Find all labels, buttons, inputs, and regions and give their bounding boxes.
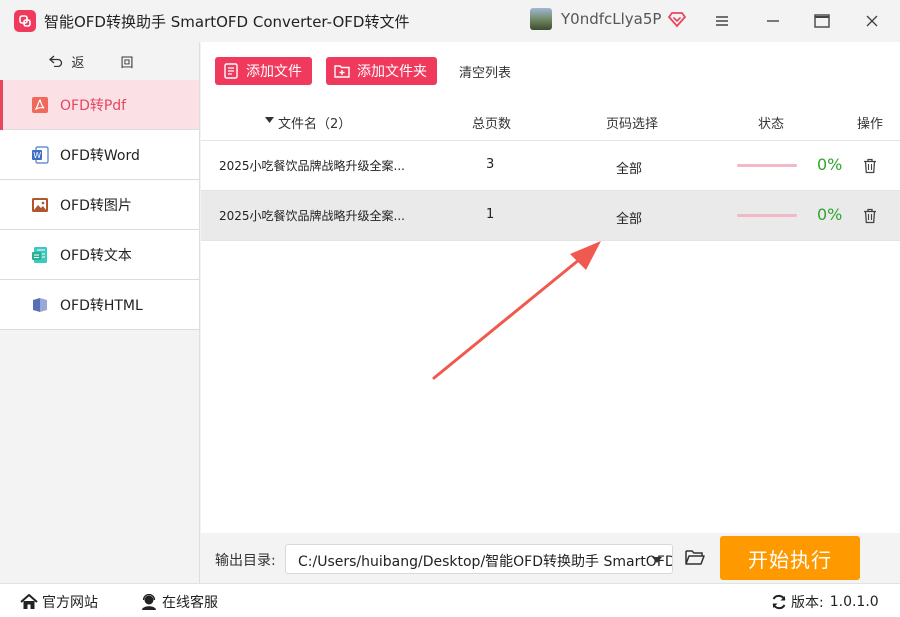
output-directory-select[interactable]: C:/Users/huibang/Desktop/智能OFD转换助手 Smart… bbox=[285, 544, 673, 574]
file-name: 2025小吃餐饮品牌战略升级全案... bbox=[219, 209, 405, 223]
add-file-button[interactable]: 添加文件 bbox=[215, 57, 312, 85]
output-directory-path: C:/Users/huibang/Desktop/智能OFD转换助手 Smart… bbox=[298, 554, 673, 570]
app-title: 智能OFD转换助手 SmartOFD Converter-OFD转文件 bbox=[44, 12, 410, 31]
app-window: 智能OFD转换助手 SmartOFD Converter-OFD转文件 Y0nd… bbox=[0, 0, 900, 617]
clear-list-button[interactable]: 清空列表 bbox=[459, 62, 511, 81]
add-folder-label: 添加文件夹 bbox=[357, 64, 427, 80]
column-header-pages: 总页数 bbox=[472, 117, 512, 132]
delete-icon[interactable] bbox=[863, 208, 877, 224]
sidebar-item-label: OFD转Pdf bbox=[60, 97, 127, 114]
svg-text:W: W bbox=[33, 151, 41, 160]
refresh-icon bbox=[772, 594, 786, 610]
version-label: 版本: bbox=[791, 595, 824, 611]
minimize-icon[interactable] bbox=[760, 8, 786, 34]
back-button[interactable]: 返 回 bbox=[0, 42, 199, 80]
progress-percent: 0% bbox=[817, 205, 843, 224]
official-website-label: 官方网站 bbox=[42, 595, 98, 611]
version-info[interactable]: 版本: 1.0.1.0 bbox=[771, 592, 879, 612]
avatar[interactable] bbox=[530, 8, 552, 30]
page-range-select[interactable]: 全部 bbox=[616, 208, 642, 227]
sort-down-icon[interactable] bbox=[265, 113, 274, 128]
sidebar-item-label: OFD转文本 bbox=[60, 247, 132, 264]
table-row[interactable]: 2025小吃餐饮品牌战略升级全案... 1 全部 0% bbox=[201, 191, 900, 241]
progress-bar bbox=[737, 164, 797, 167]
online-support-label: 在线客服 bbox=[162, 595, 218, 611]
add-file-icon bbox=[224, 63, 238, 79]
add-folder-icon bbox=[334, 65, 350, 78]
pdf-icon bbox=[30, 95, 50, 115]
close-icon[interactable] bbox=[859, 8, 885, 34]
sidebar-item-label: OFD转HTML bbox=[60, 297, 143, 314]
output-bar: 输出目录: C:/Users/huibang/Desktop/智能OFD转换助手… bbox=[201, 533, 900, 583]
online-support-link[interactable]: 在线客服 bbox=[140, 592, 218, 612]
column-header-action: 操作 bbox=[857, 117, 884, 132]
back-arrow-icon bbox=[49, 55, 63, 67]
file-name: 2025小吃餐饮品牌战略升级全案... bbox=[219, 159, 405, 173]
open-folder-icon[interactable] bbox=[685, 548, 705, 566]
delete-icon[interactable] bbox=[863, 158, 877, 174]
sidebar-item-ofd-to-html[interactable]: OFD转HTML bbox=[0, 280, 199, 330]
menu-icon[interactable] bbox=[709, 8, 735, 34]
app-logo-icon bbox=[14, 10, 36, 32]
column-header-name[interactable]: 文件名（2） bbox=[278, 113, 351, 132]
support-icon bbox=[142, 594, 156, 610]
image-icon bbox=[30, 195, 50, 215]
sidebar-item-ofd-to-word[interactable]: W OFD转Word bbox=[0, 130, 199, 180]
page-count: 3 bbox=[486, 157, 495, 172]
sidebar-item-ofd-to-pdf[interactable]: OFD转Pdf bbox=[0, 80, 199, 130]
word-icon: W bbox=[30, 145, 50, 165]
vip-diamond-icon[interactable] bbox=[668, 10, 687, 28]
page-range-select[interactable]: 全部 bbox=[616, 158, 642, 177]
progress-bar bbox=[737, 214, 797, 217]
output-directory-label: 输出目录: bbox=[215, 553, 276, 569]
maximize-icon[interactable] bbox=[809, 8, 835, 34]
sidebar: 返 回 OFD转Pdf W OFD转Word OFD转图片 OFD转文本 OFD… bbox=[0, 42, 200, 583]
page-count: 1 bbox=[486, 207, 495, 222]
table-row[interactable]: 2025小吃餐饮品牌战略升级全案... 3 全部 0% bbox=[201, 141, 900, 191]
back-label: 返 回 bbox=[71, 55, 150, 71]
version-number: 1.0.1.0 bbox=[829, 594, 879, 610]
username[interactable]: Y0ndfcLlya5P bbox=[561, 10, 661, 28]
column-header-range: 页码选择 bbox=[606, 117, 659, 132]
chevron-down-icon bbox=[652, 557, 662, 563]
toolbar: 添加文件 添加文件夹 清空列表 bbox=[201, 42, 900, 100]
progress-percent: 0% bbox=[817, 155, 843, 174]
start-button[interactable]: 开始执行 bbox=[720, 536, 860, 580]
sidebar-item-ofd-to-text[interactable]: OFD转文本 bbox=[0, 230, 199, 280]
sidebar-item-label: OFD转图片 bbox=[60, 197, 132, 214]
table-header: 文件名（2） 总页数 页码选择 状态 操作 bbox=[201, 100, 900, 141]
user-area[interactable]: Y0ndfcLlya5P bbox=[530, 8, 687, 30]
html-icon bbox=[30, 295, 50, 315]
title-bar: 智能OFD转换助手 SmartOFD Converter-OFD转文件 Y0nd… bbox=[0, 0, 900, 42]
home-icon bbox=[20, 594, 38, 609]
add-folder-button[interactable]: 添加文件夹 bbox=[326, 57, 437, 85]
add-file-label: 添加文件 bbox=[246, 64, 302, 80]
main-panel: 添加文件 添加文件夹 清空列表 文件名（2） 总页数 页码选择 状态 操作 20… bbox=[201, 42, 900, 541]
footer: 官方网站 在线客服 版本: 1.0.1.0 bbox=[0, 583, 900, 617]
official-website-link[interactable]: 官方网站 bbox=[20, 592, 98, 612]
column-header-status: 状态 bbox=[758, 117, 785, 132]
sidebar-item-ofd-to-image[interactable]: OFD转图片 bbox=[0, 180, 199, 230]
text-icon bbox=[30, 245, 50, 265]
sidebar-item-label: OFD转Word bbox=[60, 147, 140, 164]
